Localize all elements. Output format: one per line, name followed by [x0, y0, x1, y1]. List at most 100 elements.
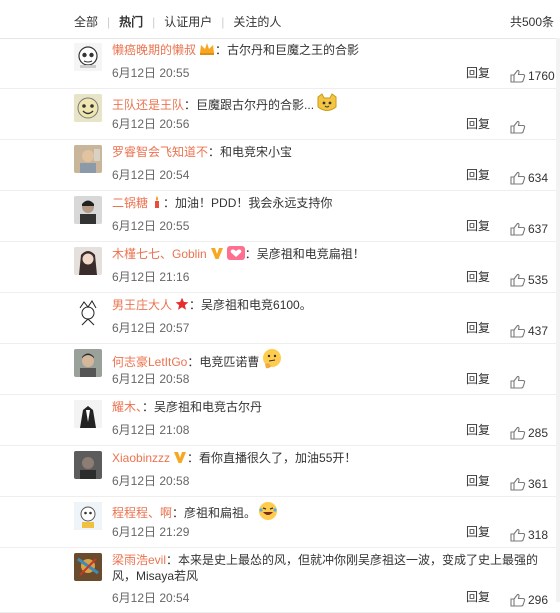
colon: ： — [208, 145, 221, 159]
colon: ： — [187, 451, 200, 465]
reply-button[interactable]: 回复 — [466, 166, 490, 183]
tab-hot[interactable]: 热门 — [119, 13, 143, 30]
like-count: 637 — [528, 222, 549, 236]
tab-following[interactable]: 关注的人 — [233, 13, 281, 30]
like-button[interactable]: 296 — [510, 593, 548, 607]
comment-body: 罗睿智会飞知道不：和电竞宋小宝 — [112, 144, 552, 160]
comment-username[interactable]: 懒癌晚期的懒叔 — [112, 43, 196, 57]
comment-username[interactable]: Xiaobinzzz — [112, 451, 170, 465]
comment-timestamp: 6月12日 20:55 — [112, 219, 190, 233]
like-button[interactable]: 437 — [510, 324, 548, 338]
reply-button[interactable]: 回复 — [466, 217, 490, 234]
user-avatar[interactable] — [74, 553, 102, 581]
like-button[interactable]: 1760 — [510, 69, 555, 83]
comment-text: 吴彦祖和电竞6100。 — [201, 298, 312, 312]
comment-filter-bar: 全部 | 热门 | 认证用户 | 关注的人 共500条 — [0, 0, 560, 39]
comment-text: 彦祖和扁祖。 — [184, 506, 257, 520]
reply-button[interactable]: 回复 — [466, 472, 490, 489]
comment-body: 王队还是王队：巨魔跟古尔丹的合影... — [112, 93, 552, 117]
comment-item: 梁雨浩evil：本来是史上最怂的风，但就冲你刚吴彦祖这一波，变成了史上最强的风，… — [0, 548, 560, 613]
comment-username[interactable]: 何志豪LetItGo — [112, 355, 187, 369]
reply-button[interactable]: 回复 — [466, 523, 490, 540]
user-avatar[interactable] — [74, 451, 102, 479]
vip-v-icon — [173, 450, 187, 468]
like-button[interactable]: 285 — [510, 426, 548, 440]
comment-timestamp: 6月12日 21:16 — [112, 270, 190, 284]
thumbs-up-icon — [510, 477, 526, 491]
thumbs-up-icon — [510, 426, 526, 440]
user-avatar[interactable] — [74, 43, 102, 71]
comment-timestamp: 6月12日 21:29 — [112, 525, 190, 539]
thinking-face-emoji — [261, 348, 283, 374]
colon: ： — [189, 298, 202, 312]
like-button[interactable]: 535 — [510, 273, 548, 287]
tab-verified-users[interactable]: 认证用户 — [164, 13, 212, 30]
user-avatar[interactable] — [74, 400, 102, 428]
colon: ： — [163, 196, 176, 210]
like-count: 296 — [528, 593, 549, 607]
comment-body: Xiaobinzzz ：看你直播很久了，加油55开！ — [112, 450, 552, 468]
comment-item: 木槿七七、Goblin ：吴彦祖和电竞扁祖！ 6月12日 21:16 回复 535 — [0, 242, 560, 293]
scrollbar[interactable] — [556, 38, 560, 602]
colon: ： — [172, 506, 185, 520]
comment-username[interactable]: 耀木、 — [112, 400, 142, 414]
like-button[interactable]: 318 — [510, 528, 548, 542]
thumbs-up-icon — [510, 222, 526, 236]
comment-username[interactable]: 王队还是王队 — [112, 98, 184, 112]
like-button[interactable]: 634 — [510, 171, 548, 185]
comment-username[interactable]: 男王庄大人 — [112, 298, 172, 312]
thumbs-up-icon — [510, 528, 526, 542]
colon: ： — [187, 355, 200, 369]
comment-text: 吴彦祖和电竞古尔丹 — [154, 400, 263, 414]
reply-button[interactable]: 回复 — [466, 268, 490, 285]
reply-button[interactable]: 回复 — [466, 64, 490, 81]
like-button[interactable] — [510, 375, 528, 389]
colon: ： — [215, 43, 228, 57]
comment-item: 懒癌晚期的懒叔 ：古尔丹和巨魔之王的合影 6月12日 20:55 回复 1760 — [0, 38, 560, 89]
user-avatar[interactable] — [74, 298, 102, 326]
user-avatar[interactable] — [74, 145, 102, 173]
comment-username[interactable]: 二锅糖 — [112, 196, 148, 210]
user-avatar[interactable] — [74, 349, 102, 377]
comment-username[interactable]: 木槿七七、Goblin — [112, 247, 207, 261]
comment-item: 罗睿智会飞知道不：和电竞宋小宝 6月12日 20:54 回复 634 — [0, 140, 560, 191]
reply-button[interactable]: 回复 — [466, 421, 490, 438]
like-button[interactable]: 637 — [510, 222, 548, 236]
comment-item: 程程程、啊：彦祖和扁祖。 6月12日 21:29 回复 318 — [0, 497, 560, 548]
user-avatar[interactable] — [74, 94, 102, 122]
comment-text: 和电竞宋小宝 — [220, 145, 293, 159]
comment-item: 二锅糖 ：加油！PDD！我会永远支持你 6月12日 20:55 回复 637 — [0, 191, 560, 242]
comment-body: 二锅糖 ：加油！PDD！我会永远支持你 — [112, 195, 552, 213]
comment-username[interactable]: 程程程、啊 — [112, 506, 172, 520]
filter-tabs: 全部 | 热门 | 认证用户 | 关注的人 — [74, 13, 281, 30]
comment-body: 梁雨浩evil：本来是史上最怂的风，但就冲你刚吴彦祖这一波，变成了史上最强的风，… — [112, 552, 552, 584]
tab-separator: | — [152, 14, 156, 29]
like-count: 318 — [528, 528, 549, 542]
reply-button[interactable]: 回复 — [466, 370, 490, 387]
like-button[interactable] — [510, 120, 528, 134]
tab-all[interactable]: 全部 — [74, 13, 98, 30]
user-avatar[interactable] — [74, 502, 102, 530]
comment-body: 耀木、：吴彦祖和电竞古尔丹 — [112, 399, 552, 415]
comment-body: 木槿七七、Goblin ：吴彦祖和电竞扁祖！ — [112, 246, 552, 264]
comment-item: 王队还是王队：巨魔跟古尔丹的合影... 6月12日 20:56 回复 — [0, 89, 560, 140]
like-button[interactable]: 361 — [510, 477, 548, 491]
reply-button[interactable]: 回复 — [466, 588, 490, 605]
comment-username[interactable]: 罗睿智会飞知道不 — [112, 145, 208, 159]
comment-text: 看你直播很久了，加油55开！ — [199, 451, 357, 465]
thumbs-up-icon — [510, 171, 526, 185]
user-avatar[interactable] — [74, 196, 102, 224]
comment-username[interactable]: 梁雨浩evil — [112, 553, 166, 567]
user-avatar[interactable] — [74, 247, 102, 275]
like-count: 437 — [528, 324, 549, 338]
colon: ： — [244, 247, 257, 261]
thumbs-up-icon — [510, 273, 526, 287]
comment-timestamp: 6月12日 20:58 — [112, 372, 190, 386]
comment-text: 巨魔跟古尔丹的合影... — [196, 98, 315, 112]
reply-button[interactable]: 回复 — [466, 319, 490, 336]
colon: ： — [184, 98, 197, 112]
reply-button[interactable]: 回复 — [466, 115, 490, 132]
comment-timestamp: 6月12日 20:55 — [112, 66, 190, 80]
thumbs-up-icon — [510, 593, 526, 607]
comment-item: 何志豪LetItGo：电竞匹诺曹 6月12日 20:58 回复 — [0, 344, 560, 395]
